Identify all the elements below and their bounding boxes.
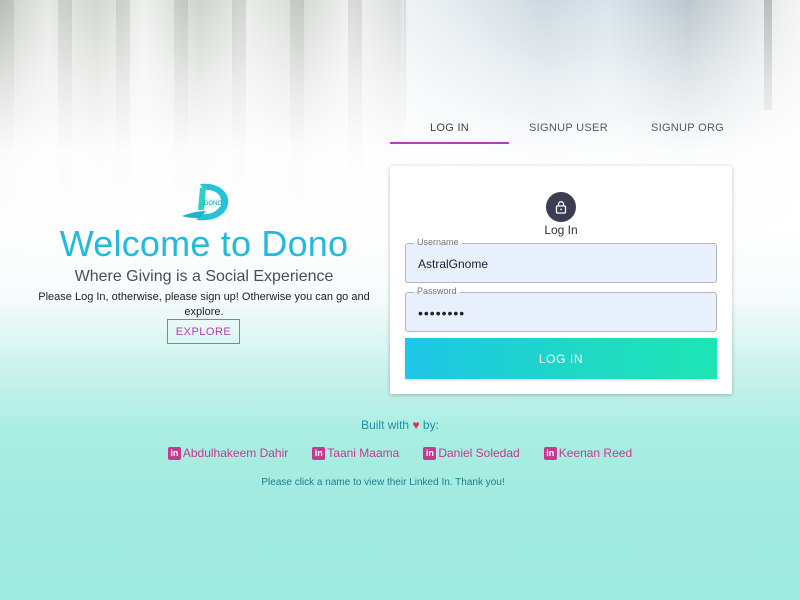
linkedin-note: Please click a name to view their Linked…: [261, 477, 505, 488]
credit-link-taani[interactable]: in Taani Maama: [312, 446, 399, 460]
credit-name: Taani Maama: [327, 446, 400, 460]
credit-link-abdulhakeem[interactable]: in Abdulhakeem Dahir: [167, 446, 289, 460]
credit-link-keenan[interactable]: in Keenan Reed: [543, 446, 633, 460]
tab-signup-user[interactable]: SIGNUP USER: [509, 110, 628, 145]
linkedin-icon: in: [543, 446, 557, 460]
built-with-line: Built with ♥ by:: [0, 418, 800, 432]
linkedin-icon: in: [423, 446, 437, 460]
svg-text:DONO: DONO: [204, 201, 222, 207]
login-card: Log In Username Password LOG IN: [390, 166, 732, 394]
built-prefix: Built with: [361, 418, 410, 432]
password-field: Password: [405, 286, 717, 333]
dono-logo: DONO: [178, 180, 234, 224]
welcome-title: Welcome to Dono: [59, 223, 349, 264]
linkedin-icon: in: [312, 446, 326, 460]
explore-button[interactable]: EXPLORE: [167, 319, 240, 344]
credit-name: Keenan Reed: [558, 446, 633, 460]
intro-text: Please Log In, otherwise, please sign up…: [38, 291, 370, 318]
tagline: Where Giving is a Social Experience: [74, 268, 334, 285]
linkedin-icon: in: [167, 446, 181, 460]
active-tab-indicator: [390, 142, 509, 144]
login-title: Log In: [544, 223, 578, 237]
username-field: Username: [405, 237, 717, 284]
built-suffix: by:: [422, 418, 439, 432]
credit-link-daniel[interactable]: in Daniel Soledad: [423, 446, 520, 460]
heart-icon: ♥: [412, 418, 420, 432]
tab-signup-org[interactable]: SIGNUP ORG: [628, 110, 747, 145]
login-button[interactable]: LOG IN: [405, 338, 717, 379]
credit-name: Abdulhakeem Dahir: [182, 446, 289, 460]
credit-name: Daniel Soledad: [438, 446, 520, 460]
credits-list: in Abdulhakeem Dahir in Taani Maama in D…: [0, 446, 800, 460]
tab-log-in[interactable]: LOG IN: [390, 110, 509, 145]
password-input[interactable]: [416, 293, 710, 333]
auth-tabs: LOG IN SIGNUP USER SIGNUP ORG: [390, 110, 748, 145]
username-input[interactable]: [416, 244, 710, 284]
lock-icon: [546, 192, 576, 222]
